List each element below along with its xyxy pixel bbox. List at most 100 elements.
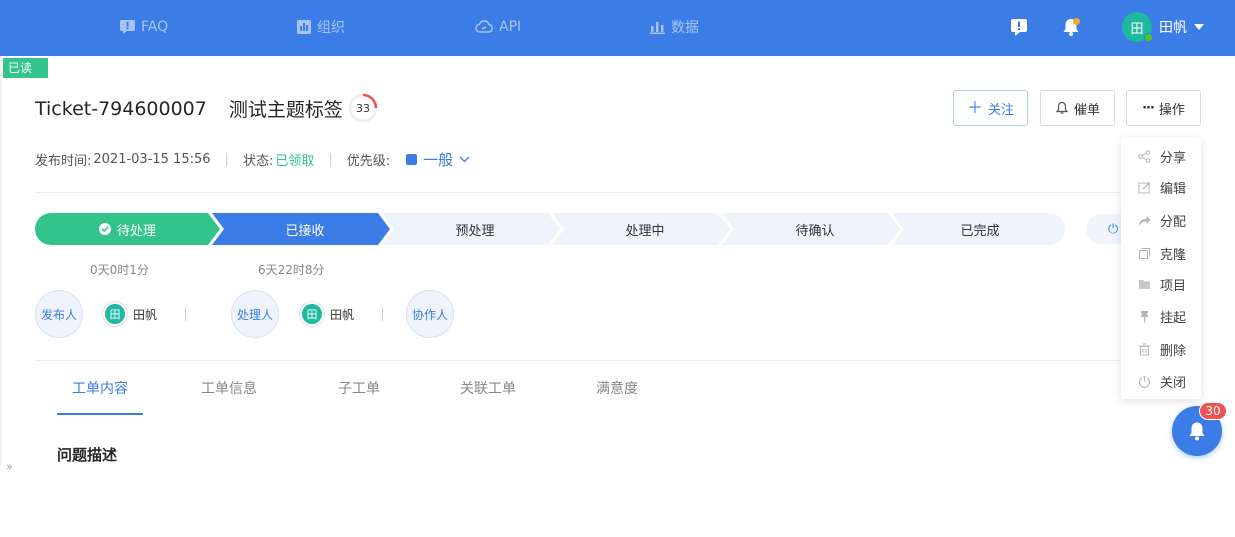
tab-subtickets[interactable]: 子工单 xyxy=(338,378,380,398)
step-label: 已接收 xyxy=(285,223,325,239)
menu-item-edit[interactable]: 编辑 xyxy=(1137,178,1186,197)
step-processing[interactable]: 处理中 xyxy=(560,213,730,245)
nav-org-label: 组织 xyxy=(317,20,345,36)
feedback-button[interactable] xyxy=(1008,16,1030,38)
tab-ticket-info[interactable]: 工单信息 xyxy=(201,378,257,398)
share-icon xyxy=(1137,150,1151,164)
operations-button[interactable]: ··· 操作 xyxy=(1126,90,1201,126)
priority-color-icon xyxy=(406,154,418,165)
step-confirm[interactable]: 待确认 xyxy=(730,213,900,245)
avatar: 田 xyxy=(300,302,324,326)
score-ring: 33 xyxy=(348,93,378,123)
publish-time-value: 2021-03-15 15:56 xyxy=(93,152,211,167)
meta-separator: | xyxy=(224,152,229,167)
role-separator xyxy=(382,307,383,321)
step-pending[interactable]: 待处理 xyxy=(35,213,220,245)
power-icon: ⏻ xyxy=(1108,221,1119,237)
step-label: 已完成 xyxy=(960,223,1000,239)
nav-api[interactable]: API xyxy=(475,17,521,37)
menu-item-suspend[interactable]: 挂起 xyxy=(1137,307,1186,326)
tab-satisfaction[interactable]: 满意度 xyxy=(596,378,638,398)
step-completed[interactable]: 已完成 xyxy=(900,213,1060,245)
trash-icon xyxy=(1137,343,1151,357)
nav-faq[interactable]: FAQ xyxy=(120,17,168,37)
step-label: 处理中 xyxy=(625,223,665,239)
chevron-down-icon xyxy=(1194,24,1204,30)
publisher-person[interactable]: 田 田帆 xyxy=(103,302,157,326)
ticket-meta: 发布时间: 2021-03-15 15:56 | 状态: 已领取 | 优先级: … xyxy=(35,149,470,170)
nav-data-label: 数据 xyxy=(671,20,699,36)
notification-count-badge: 30 xyxy=(1199,402,1227,420)
menu-item-close[interactable]: 关闭 xyxy=(1137,372,1186,391)
read-badge: 已读 xyxy=(3,58,48,78)
meta-separator: | xyxy=(328,152,333,167)
menu-item-label: 项目 xyxy=(1160,279,1187,294)
edit-icon xyxy=(1137,181,1151,195)
menu-item-label: 克隆 xyxy=(1160,248,1187,263)
more-icon: ··· xyxy=(1142,100,1155,116)
active-tab-indicator xyxy=(57,413,143,415)
user-name: 田帆 xyxy=(1159,20,1187,36)
step-received[interactable]: 已接收 xyxy=(220,213,390,245)
nav-faq-label: FAQ xyxy=(141,19,169,35)
step-label: 预处理 xyxy=(455,223,495,239)
follow-label: 关注 xyxy=(988,102,1015,118)
handler-person[interactable]: 田 田帆 xyxy=(300,302,354,326)
tab-ticket-content[interactable]: 工单内容 xyxy=(72,378,128,398)
menu-item-project[interactable]: 项目 xyxy=(1137,275,1186,294)
menu-item-label: 挂起 xyxy=(1160,311,1187,326)
operations-label: 操作 xyxy=(1158,102,1185,118)
urge-label: 催单 xyxy=(1073,102,1100,118)
menu-item-share[interactable]: 分享 xyxy=(1137,147,1186,166)
menu-item-label: 分享 xyxy=(1160,151,1187,166)
menu-item-assign[interactable]: 分配 xyxy=(1137,211,1186,230)
api-icon xyxy=(475,20,493,33)
assign-icon xyxy=(1137,214,1151,228)
bell-icon xyxy=(1189,422,1205,441)
urge-button[interactable]: 催单 xyxy=(1040,90,1115,126)
collapse-toggle[interactable]: » xyxy=(6,460,13,473)
menu-item-delete[interactable]: 删除 xyxy=(1137,340,1186,359)
step-preprocess[interactable]: 预处理 xyxy=(390,213,560,245)
nav-org[interactable]: 组织 xyxy=(297,17,345,37)
tab-linked-tickets[interactable]: 关联工单 xyxy=(460,378,516,398)
ticket-title: Ticket-794600007 测试主题标签 xyxy=(35,95,343,122)
menu-item-label: 删除 xyxy=(1160,344,1187,359)
pin-icon xyxy=(1137,310,1151,324)
priority-select[interactable]: 一般 xyxy=(406,149,470,170)
user-menu[interactable]: 田 田帆 xyxy=(1122,12,1204,42)
menu-item-label: 编辑 xyxy=(1160,182,1187,197)
divider xyxy=(35,192,1120,193)
clone-icon xyxy=(1137,247,1151,261)
feedback-icon xyxy=(1011,19,1027,36)
close-ticket-button[interactable]: ⏻ xyxy=(1086,214,1126,244)
section-title: 问题描述 xyxy=(57,446,118,464)
top-nav-bar: FAQ 组织 API 数据 田 田帆 xyxy=(0,0,1235,56)
avatar: 田 xyxy=(103,302,127,326)
follow-button[interactable]: ＋ 关注 xyxy=(953,90,1028,126)
status-value: 已领取 xyxy=(275,154,315,169)
avatar: 田 xyxy=(1122,12,1153,42)
step-label: 待处理 xyxy=(116,223,156,239)
step-label: 待确认 xyxy=(795,223,835,239)
power-icon xyxy=(1137,375,1151,389)
priority-label: 优先级: xyxy=(346,154,391,169)
left-edge xyxy=(0,56,2,466)
progress-steps: 待处理 已接收 预处理 处理中 待确认 已完成 xyxy=(35,213,1065,245)
publisher-role[interactable]: 发布人 xyxy=(35,290,83,338)
handler-name: 田帆 xyxy=(330,307,355,322)
avatar-text: 田 xyxy=(1130,21,1144,37)
menu-item-clone[interactable]: 克隆 xyxy=(1137,244,1186,263)
operations-dropdown: 分享 编辑 分配 克隆 项目 挂起 删除 关闭 xyxy=(1121,137,1201,399)
nav-data[interactable]: 数据 xyxy=(650,17,699,37)
role-separator xyxy=(185,307,186,321)
collaborator-role[interactable]: 协作人 xyxy=(406,290,454,338)
divider xyxy=(35,360,1120,361)
notification-button[interactable] xyxy=(1060,16,1082,38)
ticket-subject: 测试主题标签 xyxy=(228,99,343,121)
priority-value: 一般 xyxy=(423,151,454,169)
handler-role[interactable]: 处理人 xyxy=(231,290,279,338)
faq-icon xyxy=(120,20,135,34)
bell-outline-icon xyxy=(1055,101,1069,114)
online-status-dot xyxy=(1144,33,1153,42)
